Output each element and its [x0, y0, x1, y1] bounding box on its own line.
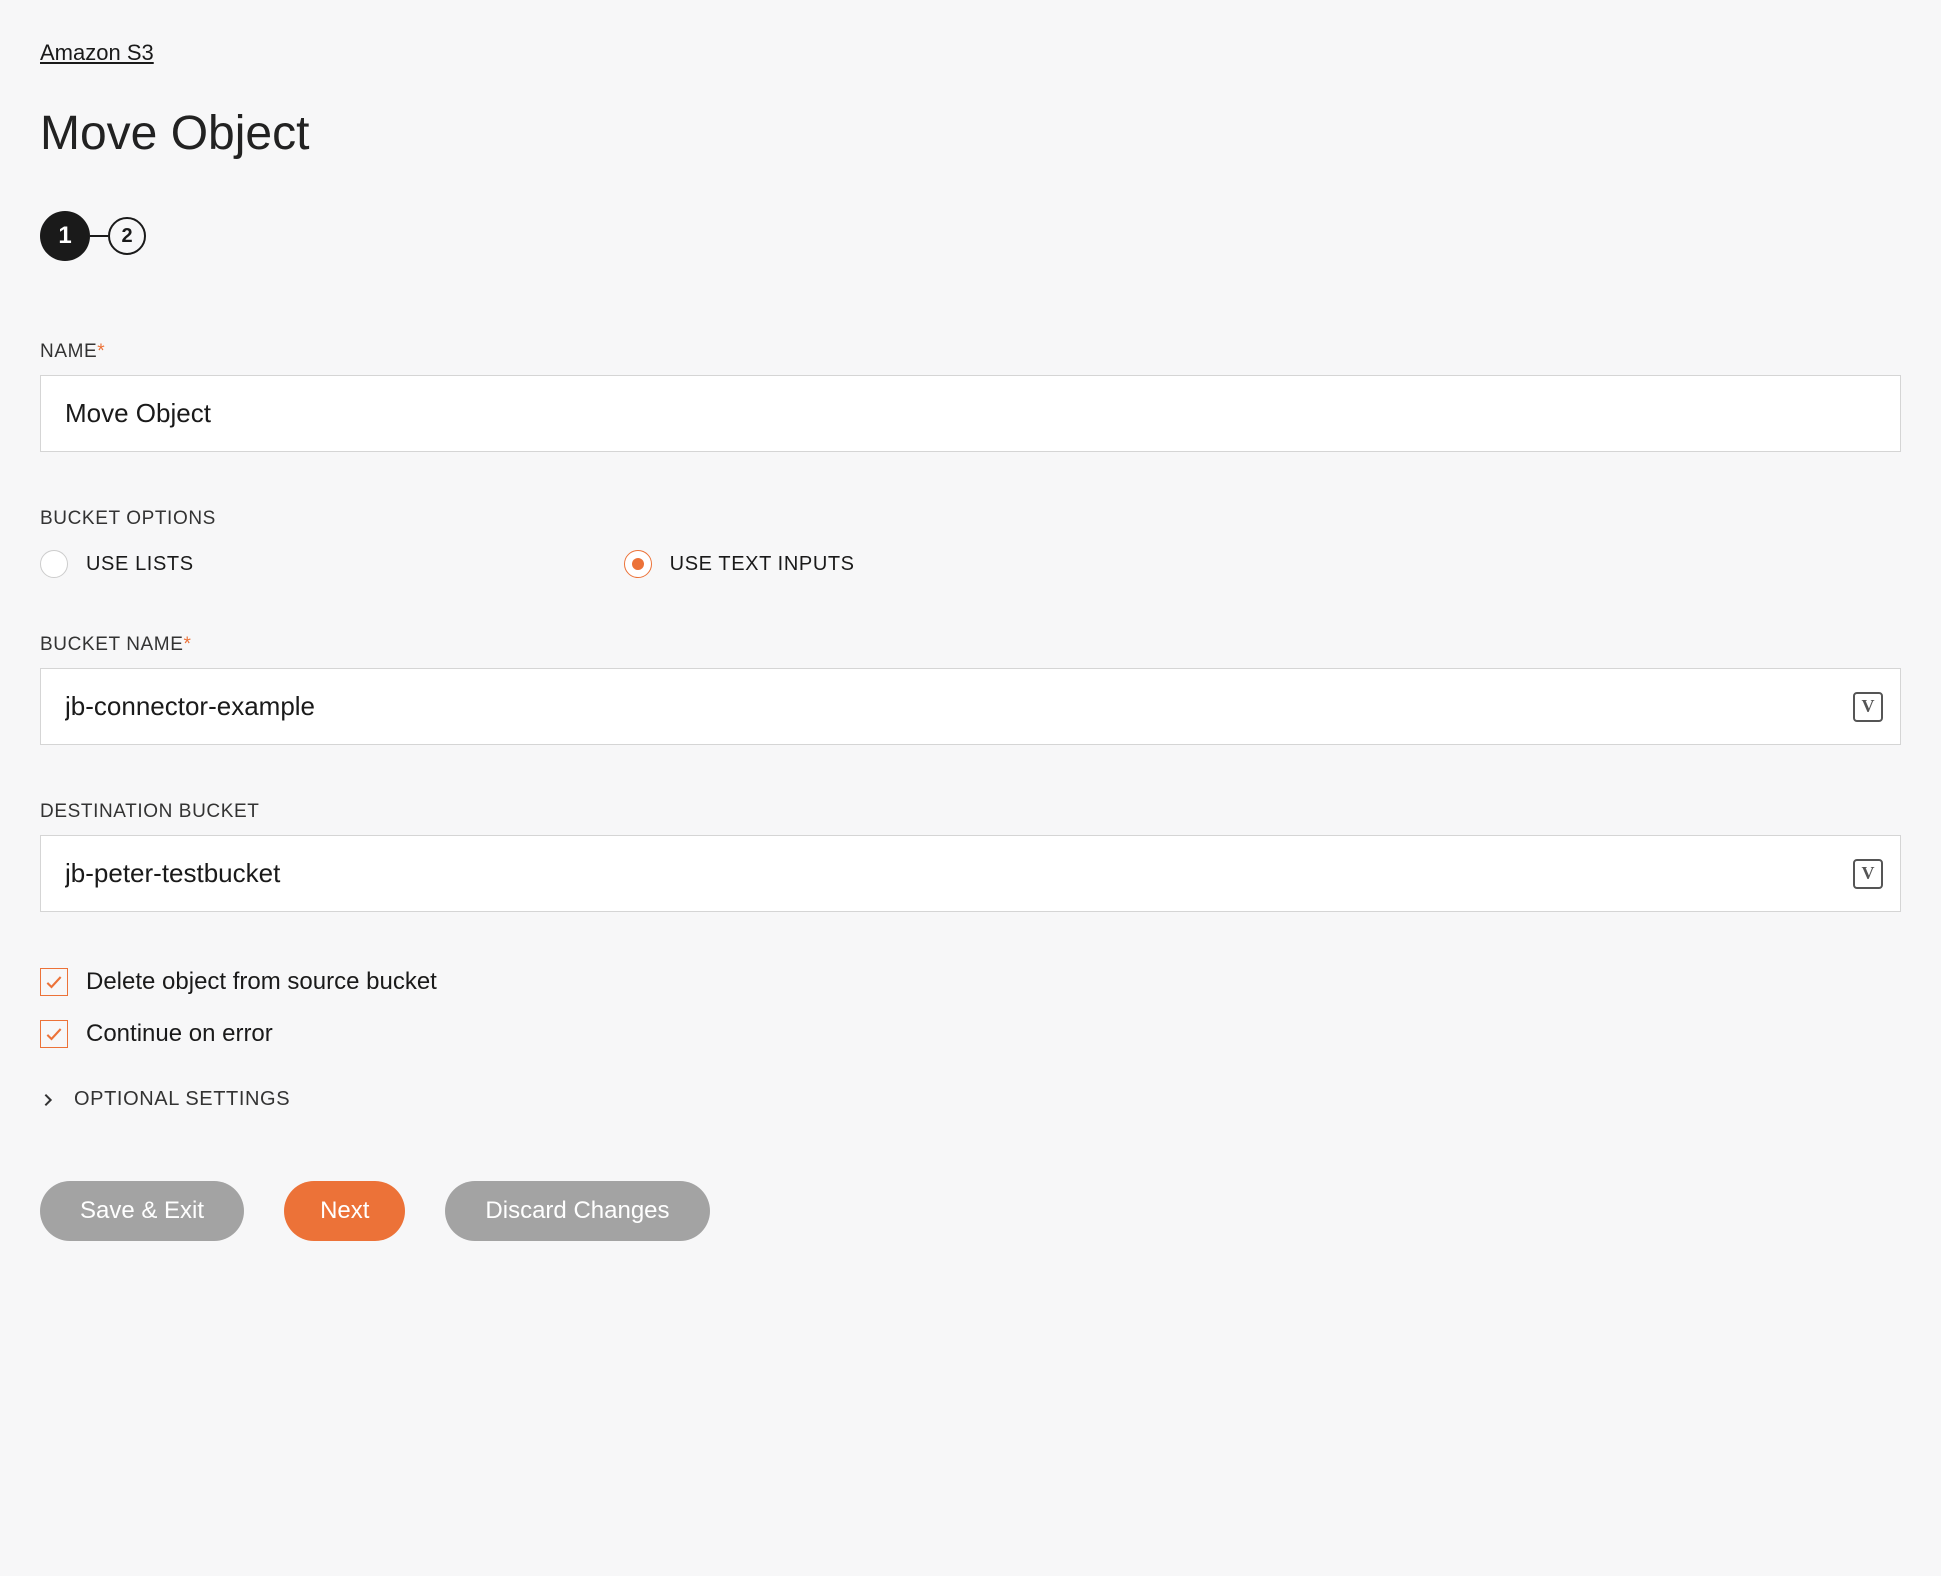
save-exit-button[interactable]: Save & Exit [40, 1181, 244, 1241]
name-input[interactable] [40, 375, 1901, 452]
stepper: 1 2 [40, 211, 1901, 261]
action-buttons: Save & Exit Next Discard Changes [40, 1181, 1901, 1241]
checkbox-icon [40, 1020, 68, 1048]
variable-icon[interactable]: V [1853, 859, 1883, 889]
bucket-name-label-text: BUCKET NAME [40, 634, 184, 655]
optional-settings-label: OPTIONAL SETTINGS [74, 1088, 290, 1111]
checkbox-icon [40, 968, 68, 996]
optional-settings-toggle[interactable]: OPTIONAL SETTINGS [40, 1088, 1901, 1111]
bucket-name-input[interactable] [40, 668, 1901, 745]
step-1[interactable]: 1 [40, 211, 90, 261]
required-asterisk: * [97, 341, 105, 362]
radio-use-text-inputs-label: USE TEXT INPUTS [670, 553, 855, 576]
radio-circle-icon [40, 550, 68, 578]
discard-changes-button[interactable]: Discard Changes [445, 1181, 709, 1241]
step-2[interactable]: 2 [108, 217, 146, 255]
required-asterisk: * [184, 634, 192, 655]
radio-circle-selected-icon [624, 550, 652, 578]
checkbox-continue-on-error-label: Continue on error [86, 1020, 273, 1048]
step-connector [90, 235, 108, 237]
name-section: NAME* [40, 341, 1901, 452]
radio-use-text-inputs[interactable]: USE TEXT INPUTS [624, 550, 855, 578]
options-checkboxes: Delete object from source bucket Continu… [40, 968, 1901, 1048]
checkbox-continue-on-error[interactable]: Continue on error [40, 1020, 1901, 1048]
destination-bucket-section: DESTINATION BUCKET V [40, 801, 1901, 912]
bucket-name-section: BUCKET NAME* V [40, 634, 1901, 745]
radio-use-lists-label: USE LISTS [86, 553, 194, 576]
bucket-options-section: BUCKET OPTIONS USE LISTS USE TEXT INPUTS [40, 508, 1901, 578]
breadcrumb-link[interactable]: Amazon S3 [40, 40, 154, 66]
bucket-name-label: BUCKET NAME* [40, 634, 1901, 656]
variable-icon[interactable]: V [1853, 692, 1883, 722]
checkbox-delete-source-label: Delete object from source bucket [86, 968, 437, 996]
page-title: Move Object [40, 106, 1901, 161]
name-label-text: NAME [40, 341, 97, 362]
radio-use-lists[interactable]: USE LISTS [40, 550, 194, 578]
next-button[interactable]: Next [284, 1181, 405, 1241]
destination-bucket-input[interactable] [40, 835, 1901, 912]
chevron-right-icon [40, 1092, 56, 1108]
destination-bucket-label: DESTINATION BUCKET [40, 801, 1901, 823]
name-label: NAME* [40, 341, 1901, 363]
checkbox-delete-source[interactable]: Delete object from source bucket [40, 968, 1901, 996]
bucket-options-label: BUCKET OPTIONS [40, 508, 1901, 530]
